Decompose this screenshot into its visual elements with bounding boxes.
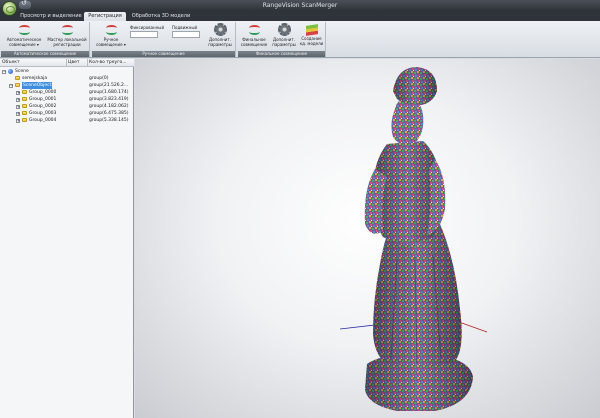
tree-row[interactable]: + Group_0004 group(5.338.145) — [0, 117, 134, 124]
column-object[interactable]: Объект — [2, 60, 20, 65]
manual-extra-params-button[interactable]: Дополнит. параметры — [206, 23, 234, 47]
expand-icon[interactable]: + — [16, 112, 20, 116]
gear-icon — [277, 23, 291, 36]
app-menu-button[interactable] — [2, 1, 17, 16]
folder-icon — [15, 76, 20, 80]
column-color[interactable]: Цвет — [68, 60, 80, 65]
tree-row[interactable]: + Group_0002 group(4.182.062) — [0, 103, 134, 110]
tree-row[interactable]: + Group_0003 group(6.475.385) — [0, 110, 134, 117]
folder-icon — [22, 111, 27, 115]
align-icon — [248, 23, 261, 36]
folder-icon — [22, 104, 27, 108]
tree-row-selected[interactable]: − SceneObject group(21.526.2... — [0, 82, 134, 89]
align-icon — [18, 23, 31, 36]
tree-row-scene[interactable]: − Scene — [0, 68, 134, 75]
tab-3d-processing[interactable]: Обработка 3D модели — [130, 12, 192, 21]
moving-input[interactable] — [172, 31, 200, 38]
tree-row[interactable]: semejskaja group(0) — [0, 75, 134, 82]
expand-icon[interactable]: + — [16, 105, 20, 109]
final-align-button[interactable]: Финальное совмещение — [239, 23, 269, 47]
tree-row[interactable]: + Group_0001 group(3.823.419) — [0, 96, 134, 103]
column-count[interactable]: Кол-во треуго... — [89, 60, 127, 65]
expand-icon[interactable]: + — [16, 98, 20, 102]
scene-globe-icon — [8, 69, 13, 74]
expand-icon[interactable]: + — [16, 119, 20, 123]
final-extra-params-button[interactable]: Дополнит. параметры — [270, 23, 298, 47]
tab-registration[interactable]: Регистрация — [84, 12, 126, 21]
ribbon: Автоматическое совмещение ▾ Мастер локал… — [0, 21, 600, 58]
align-icon — [105, 23, 118, 36]
model-cube-icon — [305, 24, 318, 36]
gear-icon — [213, 23, 227, 36]
tree-header: Объект Цвет Кол-во треуго... — [0, 59, 134, 67]
title-bar: RangeVision ScanMerger — [0, 0, 600, 16]
moving-field: Подвижный — [172, 25, 200, 38]
scene-tree-panel: Объект Цвет Кол-во треуго... − Scene sem… — [0, 59, 134, 418]
tab-view-selection[interactable]: Просмотр и выделение — [20, 12, 82, 21]
manual-align-group: Ручное совмещение ▾ Фиксированный Подвиж… — [92, 22, 236, 57]
create-model-button[interactable]: Создание кд. модели — [298, 23, 325, 46]
auto-align-group: Автоматическое совмещение ▾ Мастер локал… — [1, 22, 90, 57]
window-title: RangeVision ScanMerger — [262, 2, 338, 9]
scanned-statue-model — [339, 67, 488, 411]
local-registration-wizard-button[interactable]: Мастер локальной регистрации — [45, 23, 89, 47]
folder-icon — [22, 97, 27, 101]
expand-icon[interactable]: + — [16, 91, 20, 95]
folder-icon — [22, 90, 27, 94]
final-align-group: Финальное совмещение Дополнит. параметры… — [238, 22, 326, 57]
group-caption: Автоматическое совмещение — [1, 51, 89, 57]
fixed-field: Фиксированный — [130, 25, 164, 38]
folder-icon — [22, 118, 27, 122]
ribbon-tabs: Просмотр и выделение Регистрация Обработ… — [0, 11, 600, 21]
collapse-icon[interactable]: − — [9, 84, 13, 88]
auto-align-button[interactable]: Автоматическое совмещение ▾ — [3, 23, 45, 47]
tree-row[interactable]: + Group_0000 group(1.680.174) — [0, 89, 134, 96]
wizard-icon — [61, 23, 74, 36]
fixed-input[interactable] — [130, 31, 158, 38]
group-caption: Ручное совмещение — [92, 51, 235, 57]
collapse-icon[interactable]: − — [2, 70, 6, 74]
folder-icon — [15, 83, 20, 87]
manual-align-button[interactable]: Ручное совмещение ▾ — [96, 23, 126, 47]
3d-viewport[interactable] — [135, 59, 600, 418]
group-caption: Финальное совмещение — [238, 51, 325, 57]
